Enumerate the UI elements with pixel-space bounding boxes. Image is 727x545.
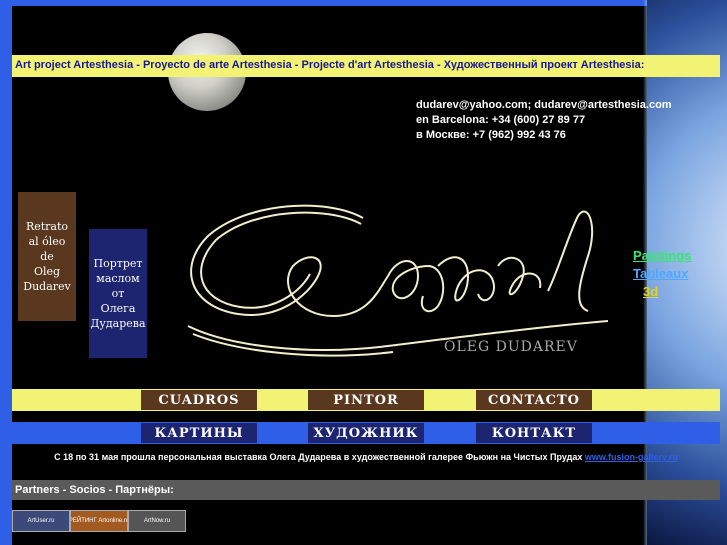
page-title: Art project Artesthesia - Proyecto de ar…	[15, 59, 645, 71]
news-announcement: С 18 по 31 мая прошла персональная выста…	[12, 452, 720, 462]
nav-khudozhnik-button[interactable]: ХУДОЖНИК	[308, 423, 424, 443]
partners-label: Partners - Socios - Партнёры:	[15, 484, 174, 496]
nav-contacto-button[interactable]: CONTACTO	[476, 390, 592, 410]
portrait-es-line: al óleo	[28, 235, 66, 248]
partner-banner-artuser[interactable]: ArtUser.ru	[12, 510, 70, 532]
artist-name-logo: OLEG DUDAREV	[444, 339, 578, 355]
nav-pintor-button[interactable]: PINTOR	[308, 390, 424, 410]
news-text: С 18 по 31 мая прошла персональная выста…	[54, 452, 583, 462]
paintings-link[interactable]: Paintings	[633, 247, 692, 265]
3d-link[interactable]: 3d	[643, 283, 692, 301]
left-frame	[0, 0, 12, 545]
portrait-es-line: Dudarev	[23, 280, 71, 293]
portrait-ru-line: от	[111, 287, 125, 300]
top-frame	[0, 0, 727, 6]
nav-kartiny-button[interactable]: КАРТИНЫ	[141, 423, 257, 443]
nav-cuadros-button[interactable]: CUADROS	[141, 390, 257, 410]
portrait-ru-line: Олега	[100, 302, 136, 315]
gallery-link[interactable]: www.fusion-gallery.ru	[585, 452, 678, 462]
partner-banner-artnow[interactable]: ArtNow.ru	[128, 510, 186, 532]
portrait-es-line: Oleg	[33, 265, 61, 278]
side-links: Paintings Tableaux 3d	[633, 247, 692, 301]
portrait-russian-link[interactable]: Портрет маслом от Олега Дударева	[89, 229, 147, 358]
portrait-es-line: de	[40, 250, 54, 263]
contact-barcelona: en Barcelona: +34 (600) 27 89 77	[416, 114, 586, 126]
partner-banner-artonline[interactable]: РЕЙТИНГ Artonline.ru	[70, 510, 128, 532]
portrait-es-line: Retrato	[25, 220, 69, 233]
portrait-ru-line: Дударева	[90, 317, 146, 330]
portrait-ru-line: Портрет	[93, 257, 143, 270]
contact-moscow: в Москве: +7 (962) 992 43 76	[416, 129, 566, 141]
tableaux-link[interactable]: Tableaux	[633, 265, 692, 283]
nav-kontakt-button[interactable]: КОНТАКТ	[476, 423, 592, 443]
contact-emails[interactable]: dudarev@yahoo.com; dudarev@artesthesia.c…	[416, 98, 672, 113]
portrait-ru-line: маслом	[96, 272, 140, 285]
portrait-spanish-link[interactable]: Retrato al óleo de Oleg Dudarev	[18, 192, 76, 321]
contact-info: dudarev@yahoo.com; dudarev@artesthesia.c…	[416, 98, 672, 143]
